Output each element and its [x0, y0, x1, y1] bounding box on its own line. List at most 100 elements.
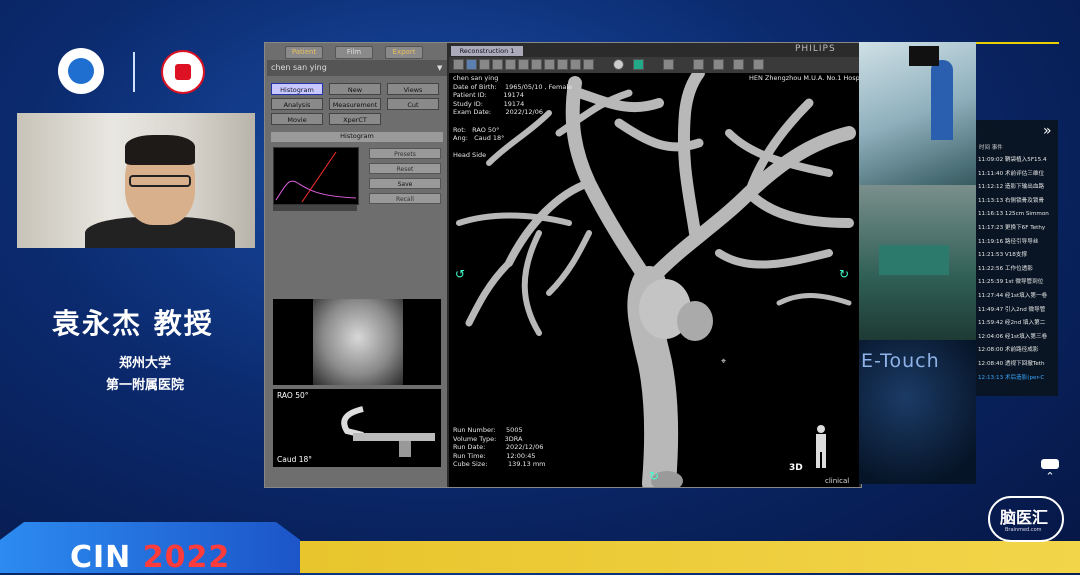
- cut-button[interactable]: Cut: [387, 98, 439, 110]
- print-icon[interactable]: [753, 59, 764, 70]
- speaker-affiliation-2: 第一附属医院: [105, 378, 184, 393]
- event-year: 2022: [142, 540, 231, 575]
- measurement-button[interactable]: Measurement: [329, 98, 381, 110]
- event-name: CIN: [70, 540, 132, 575]
- surgical-table: [879, 245, 949, 275]
- reset-button[interactable]: Reset: [369, 163, 441, 174]
- tab-patient[interactable]: Patient: [285, 46, 323, 59]
- viewport-toolbar: [449, 57, 859, 73]
- caud-label: Caud 18°: [277, 455, 313, 464]
- footer-yellow-bar: [260, 541, 1080, 573]
- histogram-button[interactable]: Histogram: [271, 83, 323, 95]
- analysis-button[interactable]: Analysis: [271, 98, 323, 110]
- histogram-slider[interactable]: [273, 205, 357, 211]
- slab-icon[interactable]: [557, 59, 568, 70]
- speaker-video: [17, 113, 255, 248]
- philips-logo: PHILIPS: [795, 44, 836, 54]
- clip-icon[interactable]: [570, 59, 581, 70]
- speaker-glasses: [129, 175, 191, 187]
- clinical-label: clinical: [825, 477, 850, 485]
- pan-tool-icon[interactable]: [492, 59, 503, 70]
- or-camera-1: [859, 42, 976, 185]
- speaker-hair: [125, 135, 195, 165]
- run-info-overlay: Run Number: 5005 Volume Type: 3DRA Run D…: [453, 426, 546, 469]
- event-logo: CIN 2022: [70, 540, 230, 575]
- patient-dropdown-icon[interactable]: ▼: [437, 64, 442, 72]
- institution-overlay: HEN Zhengzhou M.U.A. No.1 Hosp: [749, 74, 859, 82]
- grid-icon[interactable]: [713, 59, 724, 70]
- log-entry[interactable]: 11:25:39 1st 微导管到位: [978, 275, 1058, 289]
- mouse-cursor-icon: ⌖: [721, 357, 727, 367]
- control-panel: Patient Film Export chen san ying ▼ Hist…: [265, 43, 447, 487]
- movie-button[interactable]: Movie: [271, 113, 323, 125]
- patient-overlay: chen san ying Date of Birth: 1965/05/10 …: [453, 74, 573, 160]
- new-button[interactable]: New: [329, 83, 381, 95]
- log-entry[interactable]: 11:13:13 右侧锁骨及锁骨: [978, 194, 1058, 208]
- views-button[interactable]: Views: [387, 83, 439, 95]
- log-entry[interactable]: 11:11:40 术前评估三维位: [978, 167, 1058, 181]
- log-entry[interactable]: 12:08:40 透视下回撤Teth: [978, 357, 1058, 371]
- rotate-right-icon[interactable]: ↻: [839, 267, 849, 281]
- log-entry[interactable]: 11:49:47 引入2nd 微导管: [978, 303, 1058, 317]
- tab-reconstruction[interactable]: Reconstruction 1: [451, 46, 523, 56]
- xray-thumbnail[interactable]: [273, 299, 441, 385]
- log-header: 时间 事件: [979, 145, 1003, 151]
- brainmed-url: Brainmed.com: [1005, 527, 1042, 533]
- hospital-seal-icon: [161, 50, 205, 94]
- etouch-label: E-Touch: [861, 350, 940, 372]
- log-entry[interactable]: 11:16:13 125cm Simmon: [978, 207, 1058, 221]
- brainmed-name: 脑医汇: [1000, 508, 1049, 527]
- measure-icon[interactable]: [531, 59, 542, 70]
- orientation-figure-icon: [816, 425, 826, 468]
- rotate-tool-icon[interactable]: [466, 59, 477, 70]
- color-map-icon[interactable]: [633, 59, 644, 70]
- histogram-graph[interactable]: [273, 147, 359, 205]
- xperct-button[interactable]: XperCT: [329, 113, 381, 125]
- layout-icon[interactable]: [733, 59, 744, 70]
- log-entry[interactable]: 12:13:13 术后造影(per-C: [978, 371, 1058, 385]
- preset-select[interactable]: Presets: [369, 148, 441, 159]
- log-entry[interactable]: 11:27:44 经1st填入第一卷: [978, 289, 1058, 303]
- histogram-title: Histogram: [271, 132, 443, 142]
- window-level-icon[interactable]: [505, 59, 516, 70]
- log-entry[interactable]: 11:17:23 更换下6F Tethy: [978, 221, 1058, 235]
- or-video-panel: E-Touch: [859, 42, 976, 484]
- view-mode-label: 3D: [789, 463, 803, 473]
- skull-xray-image: [313, 299, 403, 385]
- logo-divider: [133, 52, 135, 92]
- orient-icon[interactable]: [583, 59, 594, 70]
- tab-film[interactable]: Film: [335, 46, 373, 59]
- log-entry[interactable]: 11:19:16 路径引导导丝: [978, 235, 1058, 249]
- sphere-render-icon[interactable]: [613, 59, 624, 70]
- c-arm-model-icon: [341, 406, 435, 457]
- log-entry[interactable]: 12:04:06 经1st填入第三卷: [978, 330, 1058, 344]
- light-icon[interactable]: [663, 59, 674, 70]
- log-entry[interactable]: 11:12:12 造影下输出血路: [978, 180, 1058, 194]
- badge-icon[interactable]: [1041, 459, 1059, 469]
- log-entry[interactable]: 11:59:42 经2nd 填入第二: [978, 316, 1058, 330]
- pointer-tool-icon[interactable]: [453, 59, 464, 70]
- cline-view[interactable]: RAO 50° Caud 18°: [273, 389, 441, 467]
- log-entry[interactable]: 12:08:00 术前路径成影: [978, 343, 1058, 357]
- log-entry[interactable]: 11:22:56 工作位透影: [978, 262, 1058, 276]
- log-entry[interactable]: 11:09:02 鞘袋植入5F15.4: [978, 153, 1058, 167]
- patient-name-field[interactable]: chen san ying: [267, 60, 447, 76]
- or-camera-2: [859, 185, 976, 340]
- tab-export[interactable]: Export: [385, 46, 423, 59]
- screenshot-icon[interactable]: [693, 59, 704, 70]
- recall-button[interactable]: Recall: [369, 193, 441, 204]
- save-button[interactable]: Save: [369, 178, 441, 189]
- cin-logo-icon: [58, 48, 104, 94]
- log-entry[interactable]: 11:21:53 V18支撑: [978, 248, 1058, 262]
- rotate-left-icon[interactable]: ↺: [455, 267, 465, 281]
- scroll-top-icon[interactable]: ⌃: [1041, 470, 1059, 484]
- annotate-icon[interactable]: [544, 59, 555, 70]
- speaker-name: 袁永杰 教授: [52, 307, 214, 340]
- 3d-viewport[interactable]: chen san ying Date of Birth: 1965/05/10 …: [449, 73, 859, 487]
- chevron-right-icon[interactable]: »: [1043, 123, 1052, 139]
- rotate-bottom-icon[interactable]: ↻: [649, 469, 659, 483]
- reset-view-icon[interactable]: [518, 59, 529, 70]
- monitor-screen: [909, 46, 939, 66]
- speaker-affiliation-1: 郑州大学: [118, 356, 171, 371]
- zoom-tool-icon[interactable]: [479, 59, 490, 70]
